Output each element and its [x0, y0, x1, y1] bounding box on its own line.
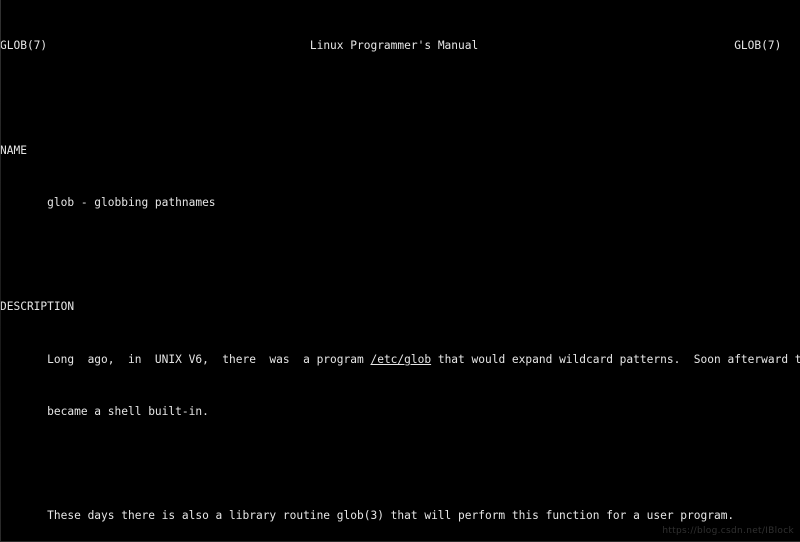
- description-para2: These days there is also a library routi…: [0, 509, 800, 522]
- header-center: Linux Programmer's Manual: [309, 39, 479, 53]
- description-heading-text: DESCRIPTION: [0, 300, 75, 314]
- terminal-man-page[interactable]: GLOB(7) Linux Programmer's Manual GLOB(7…: [0, 0, 800, 542]
- desc-p2-text: These days there is also a library routi…: [47, 509, 735, 523]
- desc-p1-cont: became a shell built-in.: [47, 404, 209, 418]
- man-page-header: GLOB(7) Linux Programmer's Manual GLOB(7…: [0, 39, 800, 52]
- name-body-text: glob - globbing pathnames: [47, 195, 216, 209]
- name-body-line: glob - globbing pathnames: [0, 196, 800, 209]
- section-heading-name: NAME: [0, 144, 800, 157]
- header-gap-right: [478, 39, 734, 52]
- header-right: GLOB(7): [734, 39, 782, 53]
- desc-p1-a: Long ago, in UNIX V6, there was a progra…: [47, 352, 371, 366]
- description-para1-line2: became a shell built-in.: [0, 405, 800, 418]
- section-heading-description: DESCRIPTION: [0, 300, 800, 313]
- desc-p1-b: that would expand wildcard patterns. Soo…: [431, 352, 800, 366]
- header-left: GLOB(7): [0, 39, 48, 53]
- header-gap-left: [47, 39, 310, 52]
- etc-glob-link[interactable]: /etc/glob: [370, 353, 431, 366]
- name-heading-text: NAME: [0, 143, 27, 157]
- description-para1-line1: Long ago, in UNIX V6, there was a progra…: [0, 353, 800, 366]
